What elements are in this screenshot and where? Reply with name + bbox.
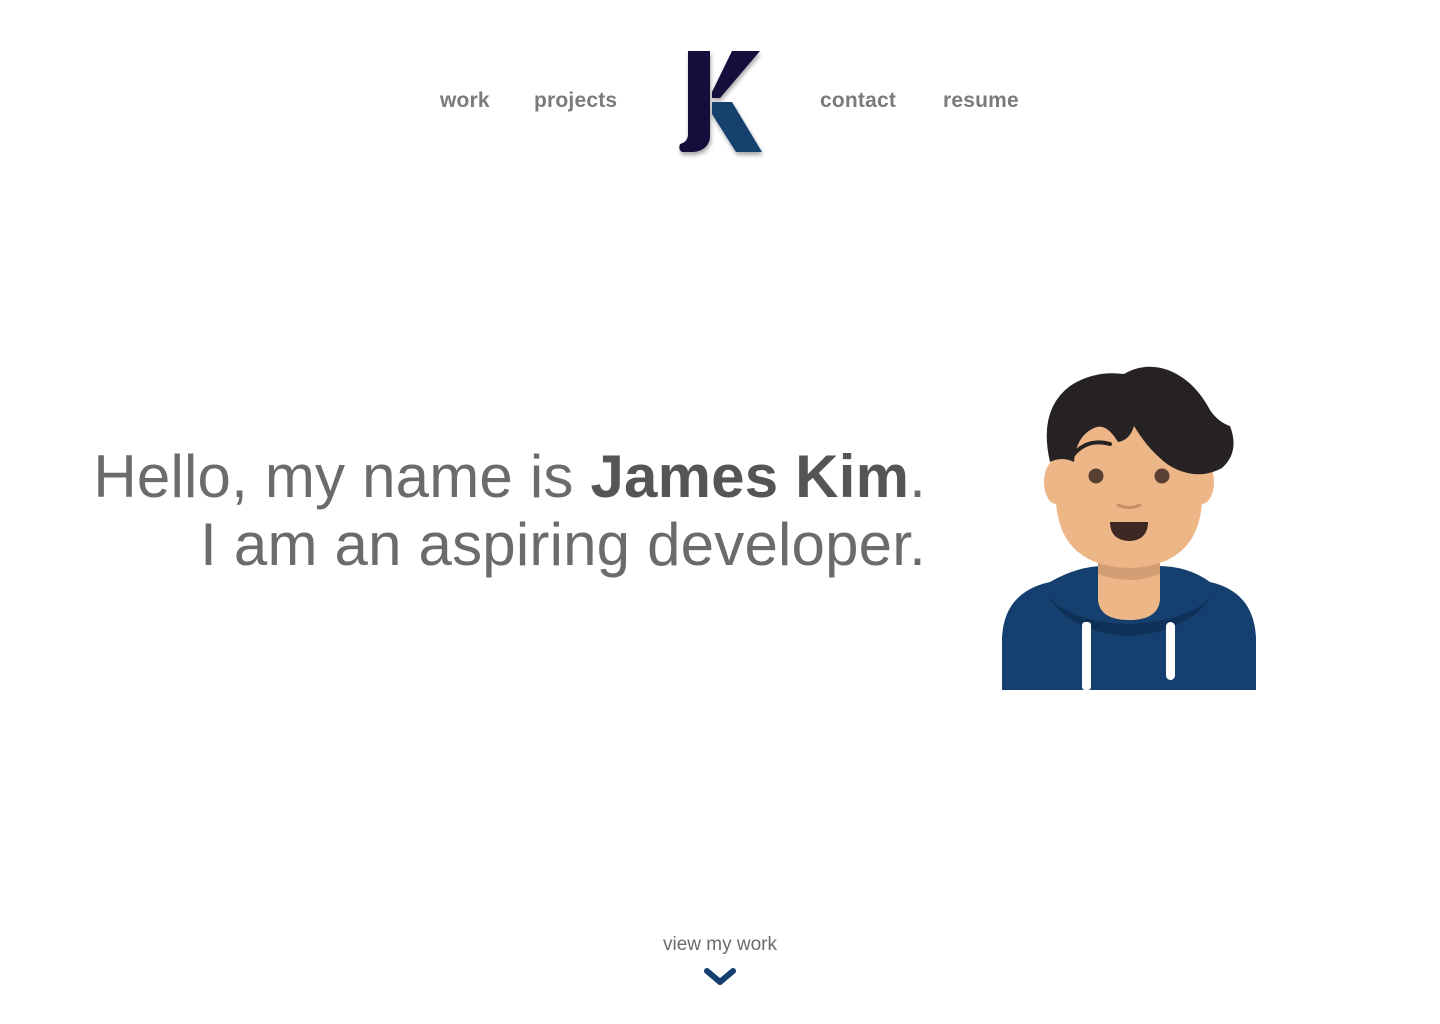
- nav-link-projects[interactable]: projects: [534, 86, 617, 116]
- greeting-prefix: Hello, my name is: [93, 443, 591, 510]
- developer-avatar-icon: [1002, 366, 1256, 690]
- logo-icon[interactable]: [674, 46, 770, 162]
- greeting-suffix: .: [909, 443, 926, 510]
- hero-name: James Kim: [590, 443, 910, 510]
- hero-tagline: I am an aspiring developer.: [200, 511, 926, 578]
- nav-link-contact[interactable]: contact: [820, 86, 896, 116]
- hero-line-1: Hello, my name is James Kim.: [93, 443, 926, 510]
- view-my-work-label: view my work: [662, 934, 777, 955]
- view-my-work-button[interactable]: view my work: [0, 932, 1440, 988]
- page: work projects contact resume Hello, my n…: [0, 0, 1440, 1024]
- chevron-down-icon[interactable]: [703, 966, 737, 988]
- top-nav: work projects contact resume: [0, 0, 1440, 200]
- nav-link-resume[interactable]: resume: [943, 86, 1019, 116]
- hero-heading: Hello, my name is James Kim. I am an asp…: [93, 443, 926, 579]
- nav-link-work[interactable]: work: [440, 86, 490, 116]
